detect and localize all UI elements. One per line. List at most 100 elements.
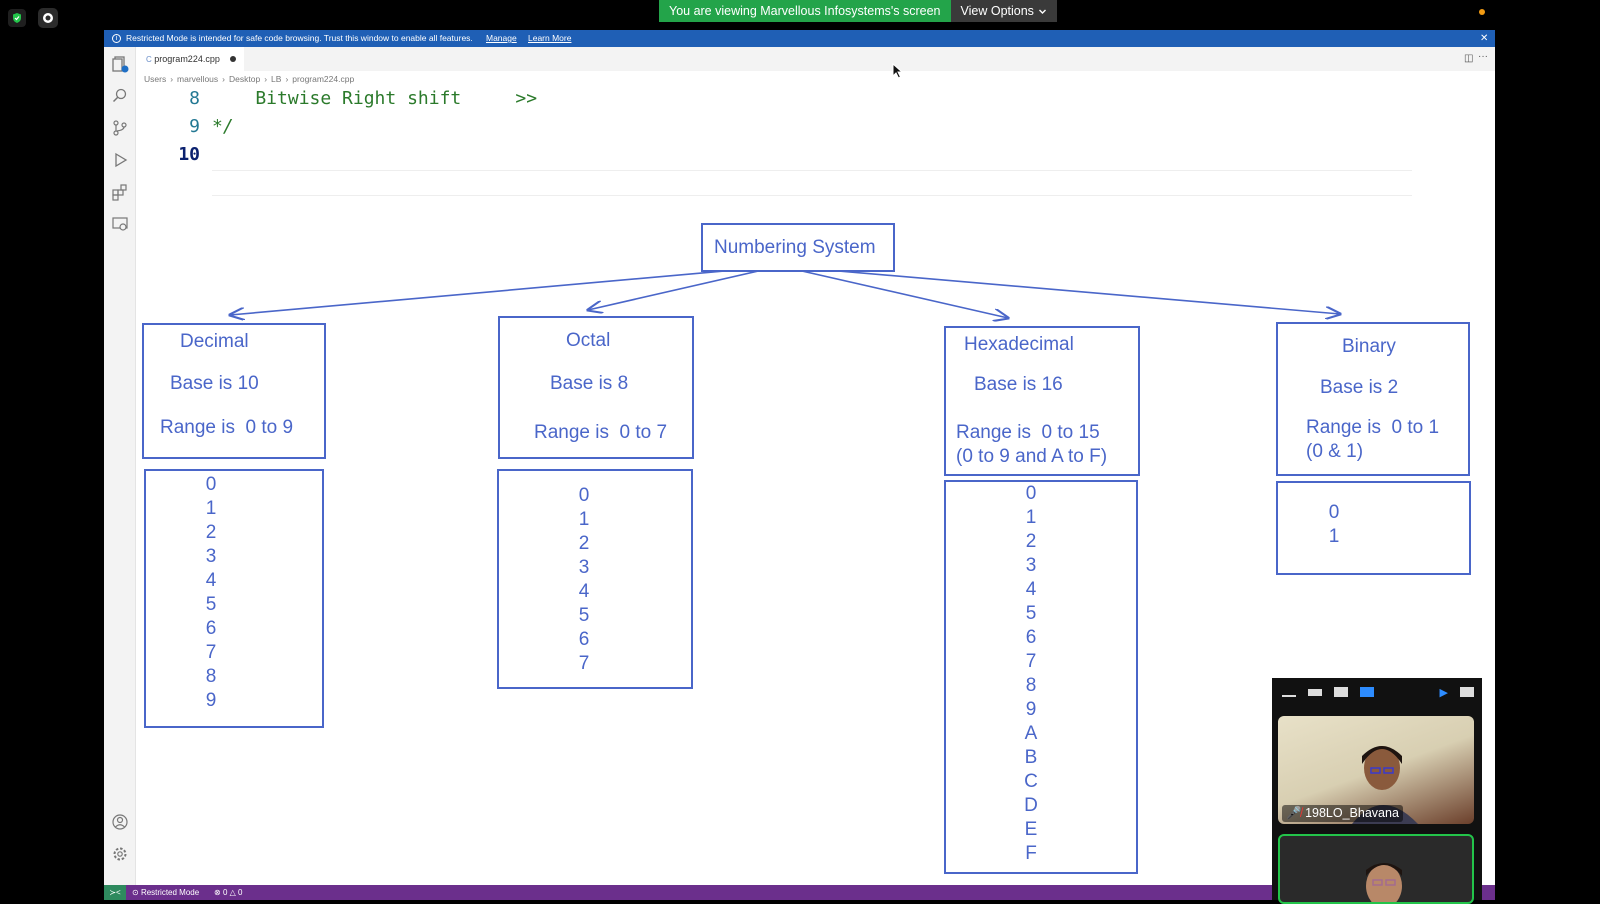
activity-bar (104, 47, 136, 885)
breadcrumb-item[interactable]: Desktop (229, 74, 260, 84)
hexadecimal-range: Range is 0 to 15 (956, 422, 1100, 443)
arrow-to-decimal (230, 265, 781, 315)
code-line[interactable]: Bitwise Right shift >> (212, 88, 537, 109)
breadcrumb-item[interactable]: Users (144, 74, 166, 84)
octal-digit: 7 (578, 653, 590, 674)
problems-status[interactable]: ⊗ 0 △ 0 (214, 885, 242, 900)
hexadecimal-digit: 0 (1025, 483, 1037, 504)
video-panel: ▶ 🎤̸ 198LO_Bhavana (1272, 678, 1482, 904)
hexadecimal-digit: 7 (1025, 651, 1037, 672)
binary-range-detail: (0 & 1) (1306, 441, 1364, 462)
octal-name: Octal (566, 330, 611, 351)
explorer-icon[interactable] (111, 55, 129, 73)
account-icon[interactable] (111, 813, 129, 831)
breadcrumb: Users › marvellous › Desktop › LB › program2… (144, 71, 354, 86)
remote-indicator-icon[interactable]: ≻< (104, 885, 126, 900)
manage-link[interactable]: Manage (486, 30, 517, 47)
decimal-digit: 9 (205, 690, 217, 711)
record-icon[interactable] (38, 8, 58, 28)
decimal-digit: 7 (205, 642, 217, 663)
binary-digit-list: 01 (1278, 501, 1390, 549)
chevron-right-icon: › (264, 73, 268, 84)
line-number: 9 (189, 116, 200, 137)
arrow-to-octal (588, 265, 781, 310)
security-shield-icon[interactable] (8, 9, 26, 27)
root-box: Numbering System (701, 223, 895, 272)
decimal-range: Range is 0 to 9 (160, 417, 294, 438)
gear-icon[interactable] (111, 845, 129, 863)
participant-video-active-speaker[interactable] (1278, 834, 1474, 904)
binary-digit: 0 (1328, 502, 1340, 523)
hexadecimal-digit: 8 (1025, 675, 1037, 696)
hexadecimal-digit: 5 (1025, 603, 1037, 624)
octal-digit: 6 (578, 629, 590, 650)
root-label: Numbering System (714, 237, 876, 258)
tab-label: program224.cpp (154, 54, 220, 64)
unsaved-dot-icon[interactable] (230, 56, 236, 62)
hexadecimal-digit: B (1024, 747, 1038, 768)
binary-base: Base is 2 (1320, 377, 1399, 398)
line-number: 10 (178, 144, 200, 165)
tab-program224[interactable]: C program224.cpp (136, 47, 244, 71)
remote-explorer-icon[interactable] (111, 215, 129, 233)
line-number: 8 (189, 88, 200, 109)
binary-name: Binary (1342, 336, 1396, 357)
code-line[interactable]: */ (212, 116, 234, 137)
learn-more-link[interactable]: Learn More (528, 30, 571, 47)
hexadecimal-box: Hexadecimal Base is 16 Range is 0 to 15 … (944, 326, 1140, 476)
decimal-digit: 0 (205, 474, 217, 495)
chevron-down-icon (1038, 9, 1046, 14)
hexadecimal-digit: 9 (1025, 699, 1037, 720)
hexadecimal-digit: A (1024, 723, 1038, 744)
participant-name-label: 198LO_Bhavana (1305, 806, 1399, 820)
hexadecimal-range-detail: (0 to 9 and A to F) (956, 446, 1108, 467)
close-icon[interactable]: ✕ (1480, 30, 1488, 47)
binary-range: Range is 0 to 1 (1306, 417, 1440, 438)
hexadecimal-digit: 1 (1025, 507, 1037, 528)
thumbnail-view-icon[interactable] (1308, 688, 1322, 696)
run-debug-icon[interactable] (111, 151, 129, 169)
decimal-digit-list: 0 1 2 3 4 5 6 7 8 9 (146, 473, 276, 713)
arrow-to-binary (779, 265, 1340, 314)
next-page-icon[interactable]: ▶ (1440, 686, 1448, 699)
participant-face-icon (1366, 863, 1402, 902)
minimize-icon[interactable] (1282, 695, 1296, 697)
mouse-cursor-icon (892, 63, 904, 79)
split-editor-icon[interactable]: ◫ (1464, 53, 1473, 64)
decimal-digit: 5 (205, 594, 217, 615)
code-editor[interactable]: 8 Bitwise Right shift >> 9 */ 10 (136, 86, 1495, 196)
decimal-name: Decimal (180, 331, 249, 352)
search-icon[interactable] (111, 87, 129, 105)
hexadecimal-digit-list: 0 1 2 3 4 5 6 7 8 9 ABCDEF (946, 482, 1116, 866)
participant-video[interactable]: 🎤̸ 198LO_Bhavana (1278, 716, 1474, 824)
participant-name: 🎤̸ 198LO_Bhavana (1282, 805, 1403, 822)
extensions-icon[interactable] (111, 183, 129, 201)
octal-base: Base is 8 (550, 373, 629, 394)
chevron-right-icon: › (222, 73, 225, 84)
share-banner-text: You are viewing Marvellous Infosystems's… (659, 0, 951, 22)
restricted-status-label: Restricted Mode (140, 888, 200, 897)
breadcrumb-item[interactable]: marvellous (177, 74, 218, 84)
exit-fullscreen-icon[interactable] (1460, 687, 1474, 697)
hexadecimal-digit: 3 (1025, 555, 1037, 576)
breadcrumb-item[interactable]: LB (271, 74, 281, 84)
view-options-button[interactable]: View Options (950, 0, 1057, 22)
source-control-icon[interactable] (111, 119, 129, 137)
editor-tab-bar: C program224.cpp ◫ ··· (136, 47, 1495, 71)
restricted-mode-status[interactable]: ⊙ Restricted Mode (132, 885, 199, 900)
octal-digit: 2 (578, 533, 590, 554)
gallery-view-icon[interactable] (1360, 687, 1374, 697)
active-speaker-icon[interactable] (1334, 687, 1348, 697)
decimal-digit: 8 (205, 666, 217, 687)
octal-digit: 0 (578, 485, 590, 506)
binary-digit: 1 (1328, 526, 1340, 547)
share-banner: You are viewing Marvellous Infosystems's… (659, 0, 1057, 22)
binary-digits-box: 01 (1276, 481, 1471, 575)
hexadecimal-digit: E (1024, 819, 1038, 840)
more-actions-icon[interactable]: ··· (1478, 51, 1488, 62)
breadcrumb-item[interactable]: program224.cpp (292, 74, 354, 84)
decimal-digit: 1 (205, 498, 217, 519)
octal-digit: 4 (578, 581, 590, 602)
restricted-message: Restricted Mode is intended for safe cod… (126, 33, 473, 43)
chevron-right-icon: › (170, 73, 174, 84)
